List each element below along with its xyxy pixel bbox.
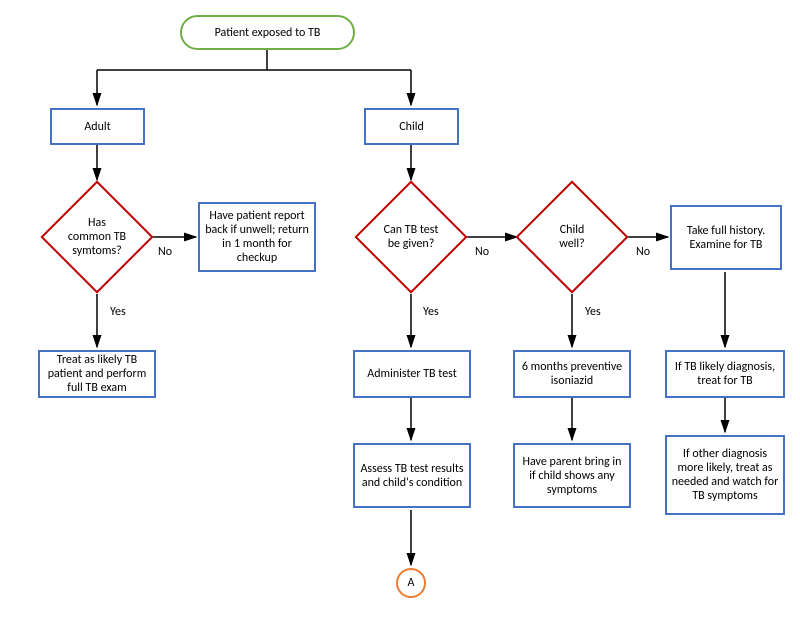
flowchart-canvas: Patient exposed to TB Adult Child Has co… bbox=[0, 0, 800, 638]
other-diag-label: If other diagnosis more likely, treat as… bbox=[671, 447, 779, 503]
has-symptoms-label: Has common TB symtoms? bbox=[67, 216, 127, 258]
adult-label: Adult bbox=[84, 120, 110, 134]
full-history-label: Take full history. Examine for TB bbox=[676, 224, 776, 252]
edge-yes-1: Yes bbox=[110, 305, 126, 319]
parent-bring-label: Have parent bring in if child shows any … bbox=[519, 455, 625, 497]
adult-node: Adult bbox=[50, 108, 145, 145]
treat-adult-node: Treat as likely TB patient and perform f… bbox=[38, 350, 156, 398]
can-test-decision: Can TB test be given? bbox=[371, 197, 451, 277]
child-node: Child bbox=[364, 108, 459, 145]
edge-yes-2: Yes bbox=[423, 305, 439, 319]
connector-a-label: A bbox=[408, 576, 415, 590]
connector-a: A bbox=[396, 568, 426, 598]
report-back-label: Have patient report back if unwell; retu… bbox=[204, 209, 310, 265]
isoniazid-node: 6 months preventive isoniazid bbox=[513, 350, 631, 398]
arrow-layer bbox=[0, 0, 800, 638]
edge-yes-3: Yes bbox=[585, 305, 601, 319]
treat-tb-node: If TB likely diagnosis, treat for TB bbox=[665, 350, 785, 398]
administer-node: Administer TB test bbox=[353, 350, 471, 398]
child-well-decision: Child well? bbox=[532, 197, 612, 277]
edge-no-2: No bbox=[475, 245, 489, 259]
edge-no-3: No bbox=[636, 245, 650, 259]
isoniazid-label: 6 months preventive isoniazid bbox=[519, 360, 625, 388]
edge-no-1: No bbox=[158, 245, 172, 259]
parent-bring-node: Have parent bring in if child shows any … bbox=[513, 443, 631, 508]
has-symptoms-decision: Has common TB symtoms? bbox=[57, 197, 137, 277]
child-label: Child bbox=[399, 120, 424, 134]
assess-label: Assess TB test results and child's condi… bbox=[359, 462, 465, 490]
other-diag-node: If other diagnosis more likely, treat as… bbox=[665, 435, 785, 515]
start-node: Patient exposed to TB bbox=[180, 15, 355, 50]
full-history-node: Take full history. Examine for TB bbox=[670, 205, 782, 270]
report-back-node: Have patient report back if unwell; retu… bbox=[198, 202, 316, 272]
can-test-label: Can TB test be given? bbox=[383, 223, 439, 251]
treat-tb-label: If TB likely diagnosis, treat for TB bbox=[671, 360, 779, 388]
assess-node: Assess TB test results and child's condi… bbox=[353, 443, 471, 508]
child-well-label: Child well? bbox=[550, 223, 594, 251]
start-label: Patient exposed to TB bbox=[215, 26, 321, 40]
administer-label: Administer TB test bbox=[367, 367, 457, 381]
treat-adult-label: Treat as likely TB patient and perform f… bbox=[44, 353, 150, 395]
